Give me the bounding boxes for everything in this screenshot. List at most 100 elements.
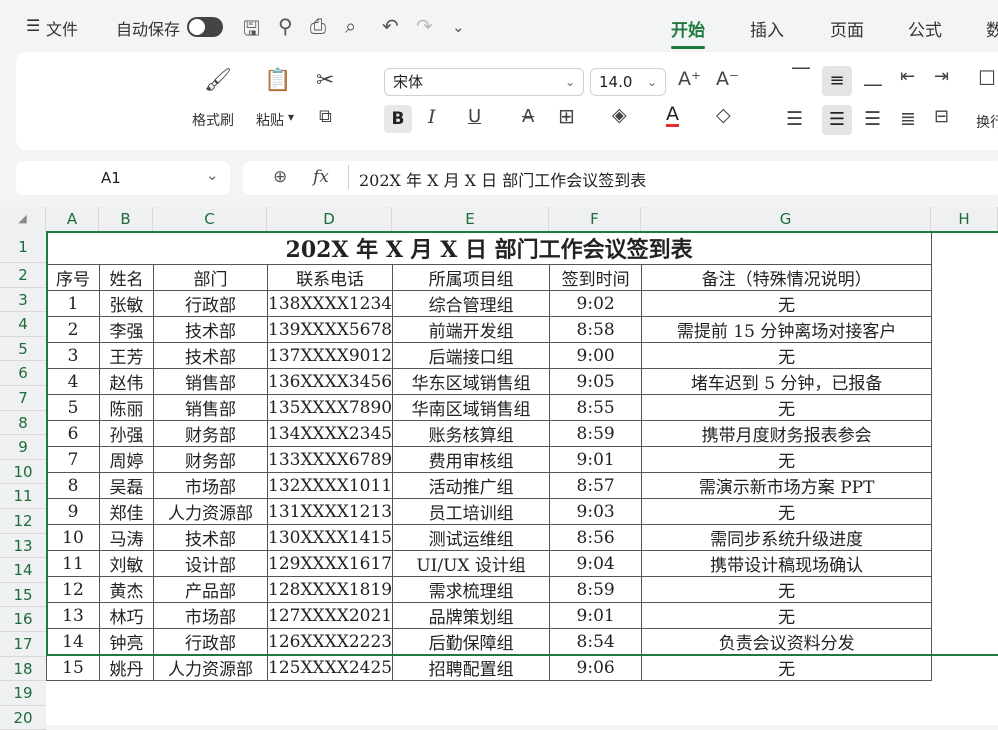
wrap-text-icon[interactable]: ☐ [978,66,996,90]
font-color-icon[interactable]: A [666,104,679,127]
table-header-cell[interactable]: 联系电话 [266,264,394,291]
row-header[interactable]: 1 [0,231,46,263]
table-cell[interactable]: 131XXXX1213 [266,498,394,525]
redo-icon[interactable]: ↷ [416,14,433,38]
table-cell[interactable]: 周婷 [99,446,154,473]
increase-indent-icon[interactable]: ⇥ [934,66,949,87]
table-cell[interactable]: 赵伟 [99,368,154,395]
file-menu[interactable]: 文件 [46,16,78,40]
row-header[interactable]: 13 [0,533,46,559]
table-cell[interactable]: 130XXXX1415 [266,524,394,551]
table-cell[interactable]: 9:00 [549,342,643,369]
row-header[interactable]: 7 [0,386,46,411]
table-cell[interactable]: 钟亮 [99,628,154,655]
table-cell[interactable]: 刘敏 [99,550,154,577]
table-cell[interactable]: 需求梳理组 [392,576,551,603]
table-cell[interactable]: 15 [46,654,100,681]
table-cell[interactable]: 费用审核组 [392,446,551,473]
row-header[interactable]: 9 [0,435,46,460]
table-cell[interactable]: 携带设计稿现场确认 [641,550,933,577]
table-cell[interactable]: 王芳 [99,342,154,369]
font-size-select[interactable]: 14.0 ⌄ [590,68,666,96]
column-header[interactable]: A [46,207,99,231]
column-header[interactable]: B [99,207,153,231]
table-cell[interactable]: 4 [46,368,100,395]
distribute-icon[interactable]: ⊟ [934,106,949,127]
tab-home[interactable]: 开始 [671,16,705,49]
table-cell[interactable]: 139XXXX5678 [266,316,394,343]
paste-icon[interactable]: 📋 [264,68,291,93]
table-header-cell[interactable]: 签到时间 [549,264,643,291]
tab-data[interactable]: 数 [986,16,998,41]
table-cell[interactable]: 员工培训组 [392,498,551,525]
increase-font-icon[interactable]: A⁺ [678,68,701,90]
table-cell[interactable]: 3 [46,342,100,369]
table-cell[interactable]: 需演示新市场方案 PPT [641,472,933,499]
table-cell[interactable]: 6 [46,420,100,447]
table-header-cell[interactable]: 部门 [153,264,268,291]
table-cell[interactable]: 华东区域销售组 [392,368,551,395]
table-cell[interactable]: 9:03 [549,498,643,525]
table-cell[interactable]: 9 [46,498,100,525]
row-header[interactable]: 20 [0,705,46,730]
table-cell[interactable]: 无 [641,290,933,317]
row-header[interactable]: 3 [0,287,46,313]
align-bottom-icon[interactable]: ⎽ [864,66,882,87]
table-cell[interactable]: 9:05 [549,368,643,395]
table-cell[interactable]: 125XXXX2425 [266,654,394,681]
table-header-cell[interactable]: 序号 [46,264,100,291]
table-cell[interactable]: 账务核算组 [392,420,551,447]
table-cell[interactable]: 129XXXX1617 [266,550,394,577]
underline-icon[interactable]: U [468,106,481,127]
table-cell[interactable]: 需同步系统升级进度 [641,524,933,551]
font-name-select[interactable]: 宋体 ⌄ [384,68,584,96]
table-title[interactable]: 202X 年 X 月 X 日 部门工作会议签到表 [45,231,933,265]
table-cell[interactable]: 孙强 [99,420,154,447]
row-header[interactable]: 2 [0,263,46,288]
tab-insert[interactable]: 插入 [750,16,784,41]
table-cell[interactable]: 无 [641,342,933,369]
table-cell[interactable]: 技术部 [153,342,268,369]
column-header[interactable]: H [931,207,998,231]
table-cell[interactable]: 8 [46,472,100,499]
table-cell[interactable]: 9:02 [549,290,643,317]
table-cell[interactable]: 马涛 [99,524,154,551]
format-painter-icon[interactable]: 🖌 [204,68,232,93]
table-cell[interactable]: 吴磊 [99,472,154,499]
table-cell[interactable]: 财务部 [153,446,268,473]
table-cell[interactable]: 10 [46,524,100,551]
copy-icon[interactable]: ⧉ [319,106,332,127]
tab-formula[interactable]: 公式 [908,16,942,41]
row-header[interactable]: 8 [0,410,46,436]
select-all-corner[interactable]: ◢ [0,207,46,231]
formula-content[interactable]: 202X 年 X 月 X 日 部门工作会议签到表 [359,167,646,191]
table-cell[interactable]: 销售部 [153,394,268,421]
menu-icon[interactable]: ☰ [26,16,40,35]
table-cell[interactable]: 11 [46,550,100,577]
table-cell[interactable]: 133XXXX6789 [266,446,394,473]
align-right-icon[interactable]: ☰ [864,108,881,130]
row-header[interactable]: 14 [0,558,46,583]
italic-icon[interactable]: I [428,106,436,128]
table-cell[interactable]: 产品部 [153,576,268,603]
paste-label[interactable]: 粘贴 [256,110,284,130]
column-header[interactable]: D [267,207,392,231]
table-cell[interactable]: 活动推广组 [392,472,551,499]
border-icon[interactable]: ⊞ [558,104,575,128]
print-icon[interactable]: ⎙ [310,14,326,38]
table-cell[interactable]: 126XXXX2223 [266,628,394,655]
row-header[interactable]: 15 [0,582,46,608]
print-preview-icon[interactable]: ⌕ [345,14,356,38]
decrease-font-icon[interactable]: A⁻ [716,68,739,90]
table-cell[interactable]: 品牌策划组 [392,602,551,629]
align-center-button[interactable]: ☰ [822,105,852,135]
row-header[interactable]: 17 [0,632,46,657]
table-cell[interactable]: 127XXXX2021 [266,602,394,629]
row-header[interactable]: 4 [0,312,46,337]
row-header[interactable]: 19 [0,681,46,706]
table-cell[interactable]: 无 [641,602,933,629]
table-cell[interactable]: 黄杰 [99,576,154,603]
table-cell[interactable]: 137XXXX9012 [266,342,394,369]
justify-icon[interactable]: ≣ [900,108,916,130]
share-icon[interactable]: ⚲ [278,14,293,38]
